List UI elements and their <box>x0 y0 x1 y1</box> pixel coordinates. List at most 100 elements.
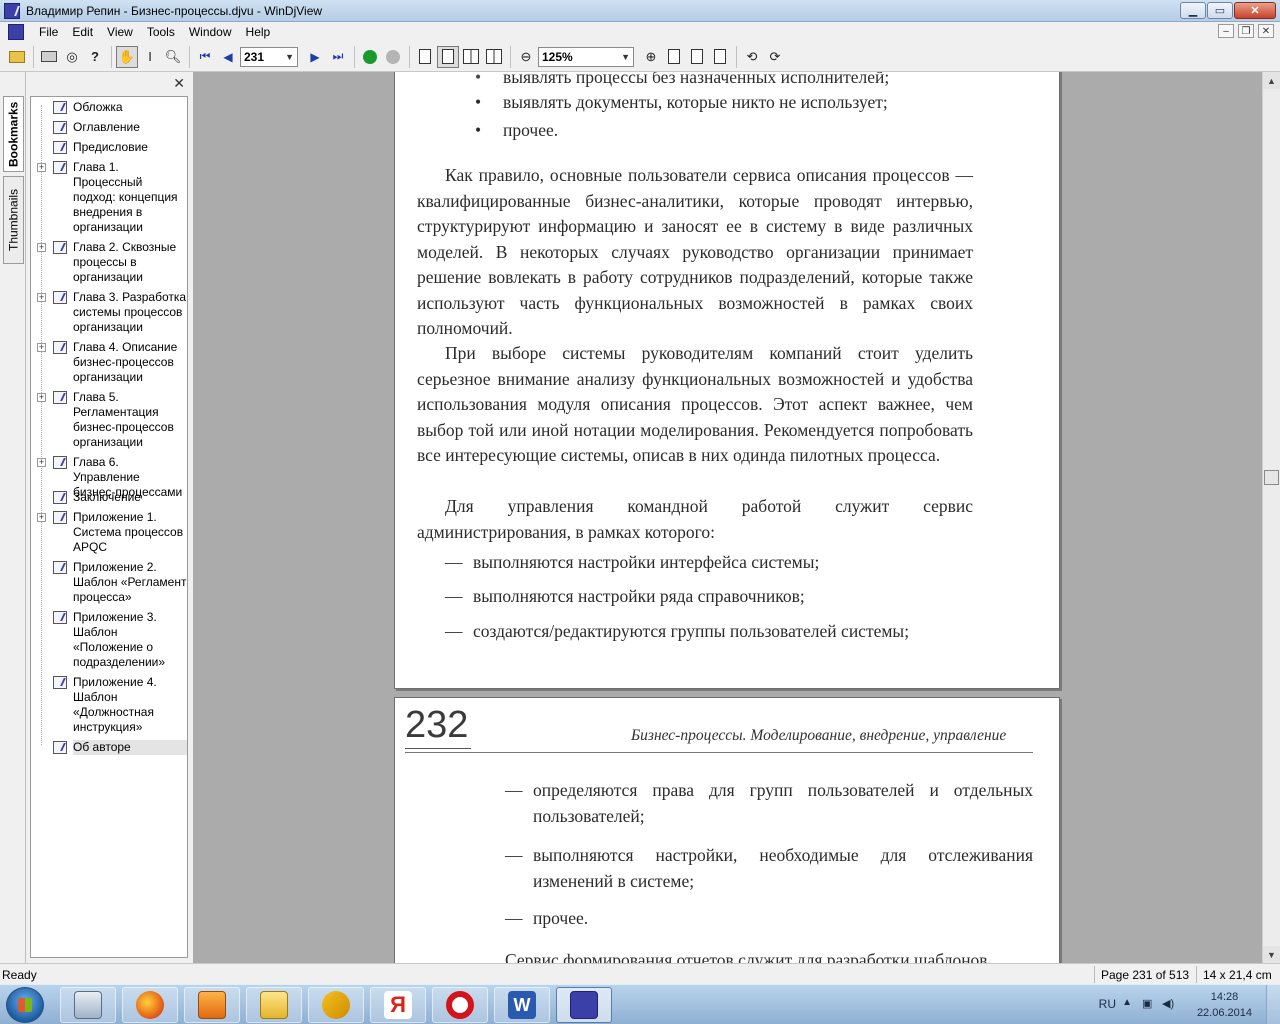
start-button[interactable] <box>6 987 44 1023</box>
document-view[interactable]: • выявлять процессы без назначенных испо… <box>194 72 1262 963</box>
zoom-combo[interactable]: 125% ▼ <box>538 46 634 67</box>
explorer-icon <box>74 991 102 1019</box>
expand-icon[interactable]: + <box>37 393 46 402</box>
maximize-button[interactable]: ▭ <box>1207 2 1233 19</box>
back-icon[interactable] <box>359 46 381 68</box>
chevron-down-icon[interactable]: ▼ <box>285 52 294 62</box>
document-icon[interactable] <box>8 24 24 40</box>
hand-tool-icon[interactable]: ✋ <box>116 45 138 68</box>
bookmark-item[interactable]: Оглавление <box>31 120 187 135</box>
cut-paragraph: Сервис формирования отчетов служит для р… <box>505 950 988 963</box>
bookmark-item[interactable]: Об авторе <box>31 740 187 755</box>
bookmark-item[interactable]: + Приложение 1. Система процессов APQC <box>31 510 187 555</box>
page-number-combo[interactable]: 231 ▼ <box>240 46 298 67</box>
help-icon[interactable]: ? <box>84 46 106 68</box>
doc-minimize-button[interactable]: – <box>1218 24 1234 38</box>
expand-icon[interactable]: + <box>37 163 46 172</box>
bookmark-icon <box>53 121 67 134</box>
select-tool-icon[interactable]: I <box>139 46 161 68</box>
scroll-thumb[interactable] <box>1264 470 1279 485</box>
taskbar-media[interactable] <box>184 987 240 1023</box>
continuous-icon[interactable] <box>437 45 459 68</box>
doc-close-button[interactable]: ✕ <box>1258 24 1274 38</box>
volume-icon[interactable]: ◀) <box>1162 997 1176 1011</box>
bookmark-item[interactable]: + Глава 6. Управление бизнес-процессами <box>31 455 187 499</box>
vertical-scrollbar[interactable]: ▲ ▼ <box>1262 72 1280 963</box>
print-icon[interactable] <box>38 46 60 68</box>
bookmark-item[interactable]: + Глава 1. Процессный подход: концепция в… <box>31 160 187 235</box>
actual-size-icon[interactable] <box>709 46 731 68</box>
scroll-up-icon[interactable]: ▲ <box>1263 72 1280 89</box>
bookmark-item[interactable]: + Глава 3. Разработка системы процессов о… <box>31 290 187 335</box>
bookmark-item[interactable]: Приложение 4. Шаблон «Должностная инстру… <box>31 675 187 735</box>
bullet-mark: • <box>475 92 482 112</box>
tab-thumbnails[interactable]: Thumbnails <box>3 176 24 264</box>
expand-icon[interactable]: + <box>37 293 46 302</box>
bookmark-item[interactable]: + Глава 2. Сквозные процессы в организаци… <box>31 240 187 285</box>
close-icon[interactable]: ✕ <box>173 75 185 92</box>
taskbar-explorer[interactable] <box>60 987 116 1023</box>
taskbar-folder[interactable] <box>246 987 302 1023</box>
menu-help[interactable]: Help <box>239 24 278 40</box>
clock[interactable]: 14:28 22.06.2014 <box>1197 989 1252 1021</box>
bookmark-item[interactable]: Предисловие <box>31 140 187 155</box>
zoom-tool-icon[interactable]: 🔍︎ <box>162 46 184 68</box>
expand-icon[interactable]: + <box>37 243 46 252</box>
open-icon[interactable] <box>6 46 28 68</box>
taskbar-windjview[interactable] <box>556 987 612 1023</box>
menu-tools[interactable]: Tools <box>140 24 182 40</box>
last-page-icon[interactable]: ⏭ <box>327 46 349 68</box>
chevron-down-icon[interactable]: ▼ <box>621 52 630 62</box>
forward-icon[interactable] <box>382 46 404 68</box>
bullet-mark: • <box>475 72 482 87</box>
facing-icon[interactable] <box>460 46 482 68</box>
tab-bookmarks[interactable]: Bookmarks <box>3 96 24 172</box>
scroll-down-icon[interactable]: ▼ <box>1263 946 1280 963</box>
rotate-right-icon[interactable]: ⟳ <box>764 46 786 68</box>
menu-view[interactable]: View <box>100 24 140 40</box>
continuous-facing-icon[interactable] <box>483 46 505 68</box>
next-page-icon[interactable]: ▶ <box>304 46 326 68</box>
fit-width-icon[interactable] <box>686 46 708 68</box>
taskbar-opera[interactable] <box>432 987 488 1023</box>
bookmark-icon <box>53 141 67 154</box>
close-button[interactable]: ✕ <box>1234 2 1276 19</box>
zoom-in-icon[interactable]: ⊕ <box>640 46 662 68</box>
first-page-icon[interactable]: ⏮ <box>194 46 216 68</box>
network-icon[interactable]: ▣ <box>1142 997 1156 1011</box>
bookmark-item[interactable]: Заключение <box>31 490 187 505</box>
zoom-out-icon[interactable]: ⊖ <box>515 46 537 68</box>
bookmark-item[interactable]: + Глава 4. Описание бизнес-процессов орга… <box>31 340 187 385</box>
taskbar-word[interactable]: W <box>494 987 550 1023</box>
show-hidden-icons-icon[interactable]: ▲ <box>1122 997 1132 1008</box>
find-icon[interactable]: ◎ <box>61 46 83 68</box>
windjview-app-icon[interactable] <box>4 3 20 19</box>
show-desktop-button[interactable] <box>1266 985 1280 1024</box>
menu-window[interactable]: Window <box>182 24 239 40</box>
tools-icon <box>322 991 350 1019</box>
minimize-button[interactable]: ▁ <box>1180 2 1206 19</box>
bookmark-item[interactable]: Приложение 3. Шаблон «Положение о подраз… <box>31 610 187 670</box>
bookmark-item[interactable]: Обложка <box>31 100 187 115</box>
expand-icon[interactable]: + <box>37 458 46 467</box>
bookmark-label: Обложка <box>73 100 123 114</box>
menu-edit[interactable]: Edit <box>65 24 100 40</box>
menu-bar: File Edit View Tools Window Help – ❐ ✕ <box>0 22 1280 42</box>
menu-file[interactable]: File <box>32 24 65 40</box>
doc-restore-button[interactable]: ❐ <box>1238 24 1254 38</box>
bookmark-item[interactable]: + Глава 5. Регламентация бизнес-процессов… <box>31 390 187 450</box>
paragraph-3: Для управления командной работой служит … <box>417 496 973 542</box>
dash-mark: — <box>505 780 523 800</box>
fit-page-icon[interactable] <box>663 46 685 68</box>
taskbar-firefox[interactable] <box>122 987 178 1023</box>
taskbar-tools[interactable] <box>308 987 364 1023</box>
rotate-left-icon[interactable]: ⟲ <box>741 46 763 68</box>
bookmark-label: Оглавление <box>73 120 140 134</box>
bookmark-item[interactable]: Приложение 2. Шаблон «Регламент процесса… <box>31 560 187 605</box>
taskbar-yandex[interactable]: Я <box>370 987 426 1023</box>
language-indicator[interactable]: RU <box>1099 997 1116 1011</box>
single-page-icon[interactable] <box>414 46 436 68</box>
expand-icon[interactable]: + <box>37 513 46 522</box>
prev-page-icon[interactable]: ◀ <box>217 46 239 68</box>
expand-icon[interactable]: + <box>37 343 46 352</box>
